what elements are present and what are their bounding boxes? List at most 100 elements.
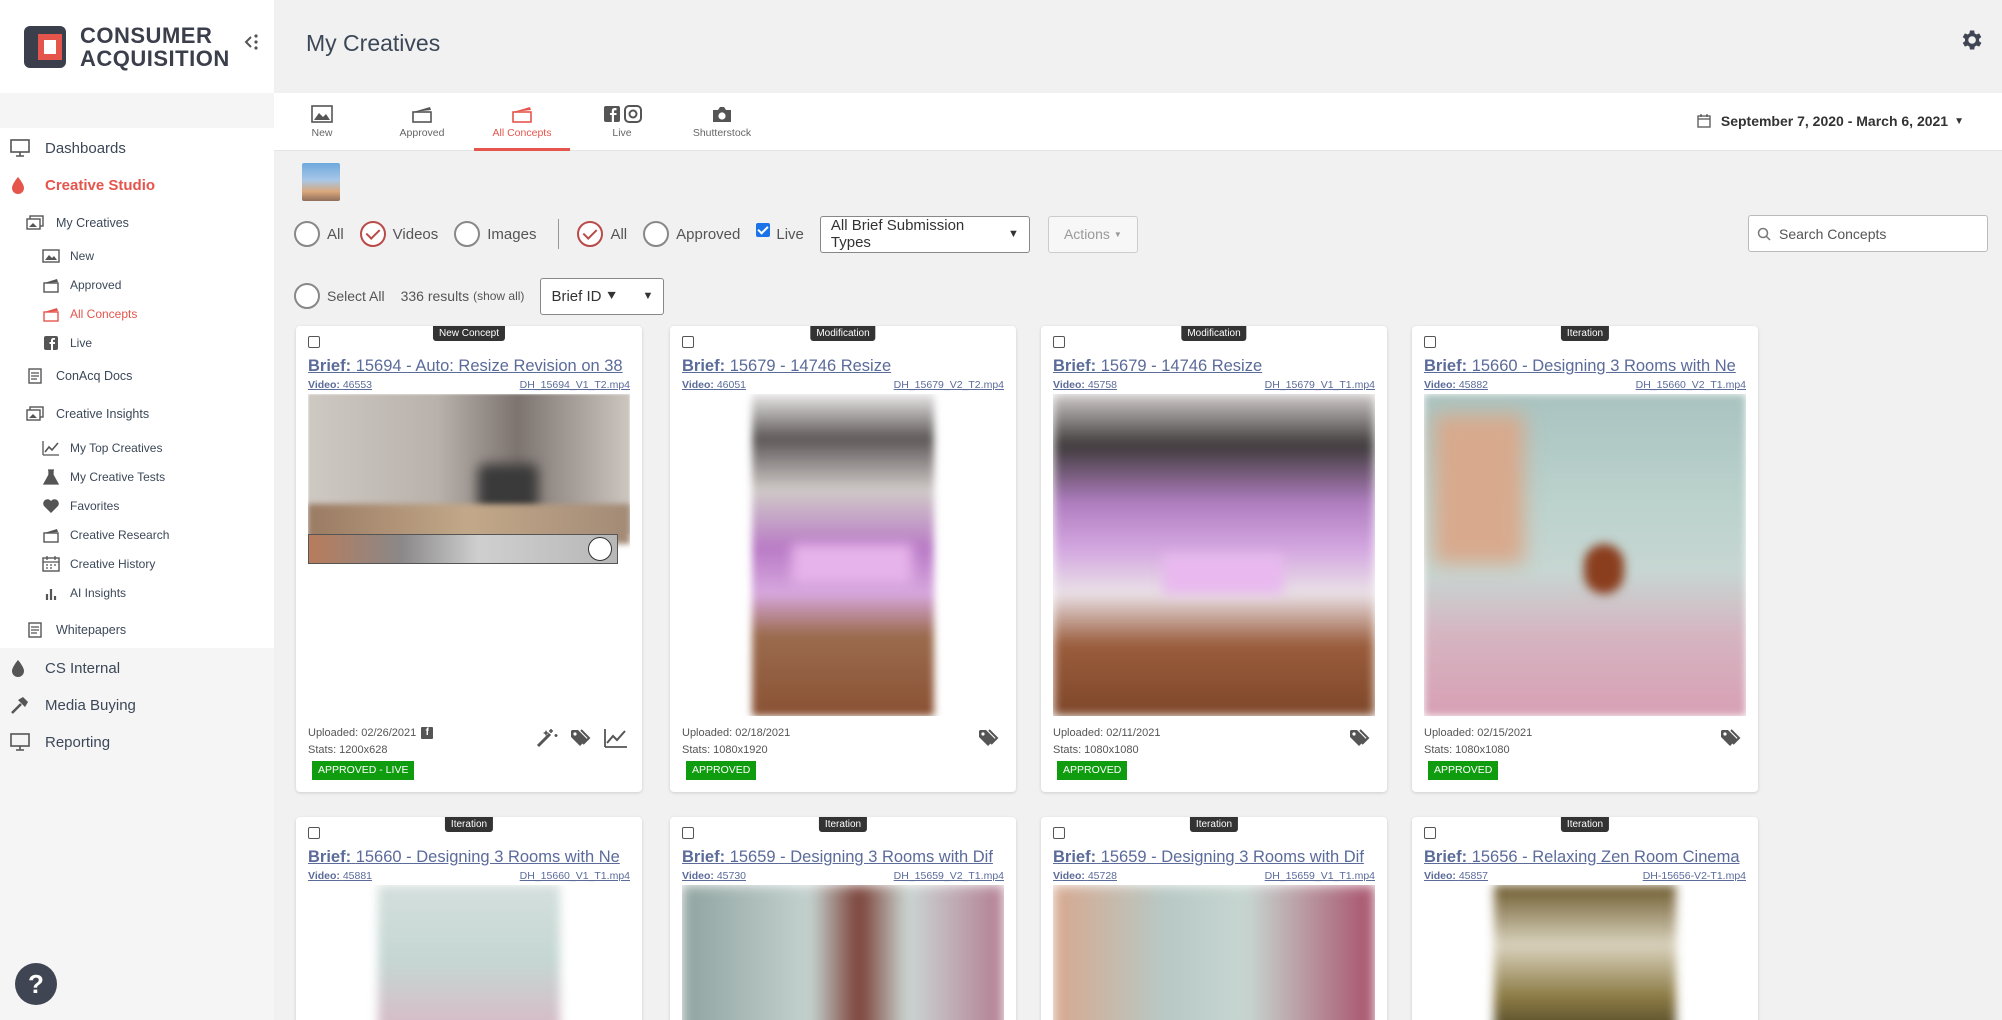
sidebar-item-my-creatives[interactable]: My Creatives [26, 215, 129, 231]
tab-live[interactable]: Live [574, 93, 670, 151]
video-id-link[interactable]: Video: 45857 [1424, 870, 1488, 882]
sidebar-item-media-buying[interactable]: Media Buying [10, 696, 136, 714]
select-all-radio[interactable]: Select All [294, 283, 385, 309]
sidebar-item-my-creative-tests[interactable]: My Creative Tests [42, 469, 165, 485]
sidebar-item-label: Creative Studio [45, 176, 156, 194]
sidebar-item-approved[interactable]: Approved [42, 277, 121, 293]
creative-card[interactable]: Iteration Brief: 15660 - Designing 3 Roo… [296, 817, 642, 1020]
creative-preview[interactable] [682, 885, 1004, 1020]
file-name-link[interactable]: DH_15659_V2_T1.mp4 [894, 870, 1004, 882]
brief-title-link[interactable]: Brief: 15659 - Designing 3 Rooms with Di… [1053, 848, 1379, 867]
drop-icon [12, 660, 24, 677]
brief-title-link[interactable]: Brief: 15679 - 14746 Resize [1053, 357, 1379, 376]
file-name-link[interactable]: DH_15660_V1_T1.mp4 [520, 870, 630, 882]
card-checkbox[interactable] [1424, 827, 1436, 839]
line-chart-icon[interactable] [604, 728, 628, 748]
brief-type-select[interactable]: All Brief Submission Types ▼ [819, 215, 1030, 253]
card-checkbox[interactable] [1053, 336, 1065, 348]
card-checkbox[interactable] [308, 336, 320, 348]
file-name-link[interactable]: DH_15679_V2_T2.mp4 [894, 379, 1004, 391]
sidebar-item-reporting[interactable]: Reporting [10, 733, 110, 751]
search-concepts-input[interactable]: Search Concepts [1748, 215, 1988, 252]
sidebar-item-whitepapers[interactable]: Whitepapers [26, 622, 126, 638]
tab-new[interactable]: New [274, 93, 370, 151]
sidebar-item-cs-internal[interactable]: CS Internal [10, 659, 120, 677]
tags-icon[interactable] [570, 728, 594, 748]
creative-card[interactable]: New Concept Brief: 15694 - Auto: Resize … [296, 326, 642, 792]
creative-preview[interactable] [682, 394, 1004, 716]
filter-media-images[interactable]: Images [454, 221, 536, 247]
brief-title-link[interactable]: Brief: 15659 - Designing 3 Rooms with Di… [682, 848, 1008, 867]
sidebar-item-favorites[interactable]: Favorites [42, 498, 119, 514]
sidebar-item-ai-insights[interactable]: AI Insights [42, 585, 126, 601]
sidebar-item-creative-history[interactable]: Creative History [42, 556, 155, 572]
date-range-picker[interactable]: September 7, 2020 - March 6, 2021 ▼ [1697, 113, 1964, 129]
filter-media-videos[interactable]: Videos [359, 221, 438, 247]
file-name-link[interactable]: DH_15679_V1_T1.mp4 [1265, 379, 1375, 391]
brief-title-link[interactable]: Brief: 15679 - 14746 Resize [682, 357, 1008, 376]
creative-preview[interactable] [1424, 394, 1746, 716]
file-name-link[interactable]: DH_15659_V1_T1.mp4 [1265, 870, 1375, 882]
sidebar-item-new[interactable]: New [42, 248, 94, 264]
creative-card[interactable]: Iteration Brief: 15659 - Designing 3 Roo… [1041, 817, 1387, 1020]
sidebar-item-live[interactable]: Live [42, 335, 92, 351]
logo[interactable]: CONSUMER ACQUISITION [0, 0, 274, 93]
creative-preview[interactable] [308, 885, 630, 1020]
actions-dropdown-button[interactable]: Actions ▼ [1047, 215, 1138, 253]
sidebar-item-label: My Creatives [56, 216, 129, 230]
sidebar-item-creative-research[interactable]: Creative Research [42, 527, 169, 543]
sidebar-item-my-top-creatives[interactable]: My Top Creatives [42, 440, 162, 456]
selected-app-thumbnail[interactable] [302, 163, 340, 201]
brief-title-link[interactable]: Brief: 15694 - Auto: Resize Revision on … [308, 357, 634, 376]
filter-media-all[interactable]: All [294, 221, 344, 247]
creative-card[interactable]: Modification Brief: 15679 - 14746 Resize… [670, 326, 1016, 792]
tab-all-concepts[interactable]: All Concepts [474, 93, 570, 151]
card-checkbox[interactable] [682, 827, 694, 839]
show-all-link[interactable]: (show all) [473, 289, 524, 303]
help-button[interactable]: ? [15, 963, 57, 1005]
card-checkbox[interactable] [1053, 827, 1065, 839]
creative-card[interactable]: Modification Brief: 15679 - 14746 Resize… [1041, 326, 1387, 792]
sidebar-item-conacq-docs[interactable]: ConAcq Docs [26, 368, 132, 384]
magic-wand-icon[interactable] [536, 728, 560, 748]
creative-preview[interactable] [308, 394, 630, 716]
card-checkbox[interactable] [682, 336, 694, 348]
tags-icon[interactable] [1349, 728, 1373, 748]
brief-title-link[interactable]: Brief: 15656 - Relaxing Zen Room Cinema [1424, 848, 1750, 867]
sidebar-item-dashboards[interactable]: Dashboards [10, 139, 126, 157]
tab-approved[interactable]: Approved [374, 93, 470, 151]
sidebar-item-all-concepts[interactable]: All Concepts [42, 306, 137, 322]
creative-preview[interactable] [1424, 885, 1746, 1020]
filter-live-checkbox[interactable]: Live [756, 223, 804, 243]
video-id-link[interactable]: Video: 46553 [308, 379, 372, 391]
filter-status-all[interactable]: All [577, 221, 627, 247]
creative-card[interactable]: Iteration Brief: 15656 - Relaxing Zen Ro… [1412, 817, 1758, 1020]
settings-button[interactable] [1958, 27, 1984, 53]
creative-card[interactable]: Iteration Brief: 15660 - Designing 3 Roo… [1412, 326, 1758, 792]
video-id-link[interactable]: Video: 45730 [682, 870, 746, 882]
tags-icon[interactable] [978, 728, 1002, 748]
tags-icon[interactable] [1720, 728, 1744, 748]
filter-status-approved[interactable]: Approved [643, 221, 740, 247]
video-id-link[interactable]: Video: 45758 [1053, 379, 1117, 391]
card-actions [536, 728, 628, 748]
video-id-link[interactable]: Video: 46051 [682, 379, 746, 391]
brief-title-link[interactable]: Brief: 15660 - Designing 3 Rooms with Ne [308, 848, 634, 867]
video-id-link[interactable]: Video: 45882 [1424, 379, 1488, 391]
card-checkbox[interactable] [308, 827, 320, 839]
creative-preview[interactable] [1053, 885, 1375, 1020]
collapse-sidebar-button[interactable] [242, 32, 262, 58]
video-id-link[interactable]: Video: 45728 [1053, 870, 1117, 882]
brief-title-link[interactable]: Brief: 15660 - Designing 3 Rooms with Ne [1424, 357, 1750, 376]
file-name-link[interactable]: DH-15656-V2-T1.mp4 [1643, 870, 1746, 882]
sidebar-item-creative-insights[interactable]: Creative Insights [26, 406, 149, 422]
tab-shutterstock[interactable]: Shutterstock [674, 93, 770, 151]
sidebar-item-creative-studio[interactable]: Creative Studio [10, 176, 155, 194]
file-name-link[interactable]: DH_15694_V1_T2.mp4 [520, 379, 630, 391]
creative-preview[interactable] [1053, 394, 1375, 716]
creative-card[interactable]: Iteration Brief: 15659 - Designing 3 Roo… [670, 817, 1016, 1020]
card-checkbox[interactable] [1424, 336, 1436, 348]
video-id-link[interactable]: Video: 45881 [308, 870, 372, 882]
sort-select[interactable]: Brief ID ⯆ ▼ [540, 277, 665, 315]
file-name-link[interactable]: DH_15660_V2_T1.mp4 [1636, 379, 1746, 391]
